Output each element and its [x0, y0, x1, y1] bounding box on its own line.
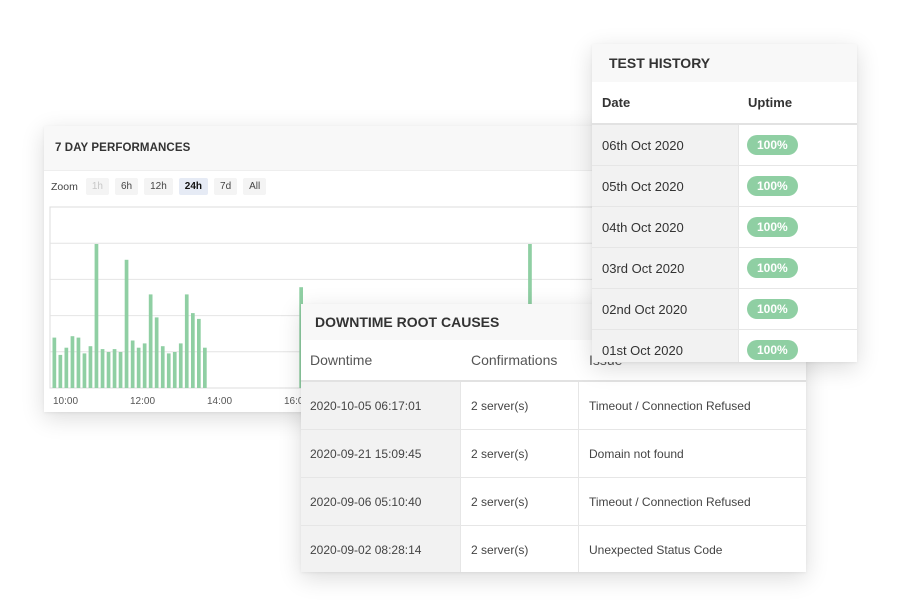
chart-bar — [136, 347, 141, 388]
downtime-column-header: Downtime — [310, 352, 373, 368]
history-date: 06th Oct 2020 — [592, 125, 739, 165]
history-row: 04th Oct 2020 100% — [592, 207, 857, 248]
uptime-badge: 100% — [747, 135, 798, 155]
history-date: 05th Oct 2020 — [592, 166, 739, 206]
confirmations-column-header: Confirmations — [471, 352, 558, 368]
chart-bar — [88, 346, 93, 388]
downtime-row: 2020-09-21 15:09:45 2 server(s) Domain n… — [301, 430, 806, 478]
chart-bar — [124, 259, 129, 388]
downtime-confirmations: 2 server(s) — [461, 478, 579, 525]
x-tick-label: 10:00 — [53, 396, 78, 407]
downtime-time: 2020-09-06 05:10:40 — [301, 478, 461, 525]
zoom-7d-button[interactable]: 7d — [214, 178, 238, 195]
chart-bar — [203, 347, 207, 388]
downtime-time: 2020-09-02 08:28:14 — [301, 526, 461, 572]
downtime-issue: Domain not found — [589, 446, 684, 461]
history-date: 04th Oct 2020 — [592, 207, 739, 247]
downtime-row: 2020-09-02 08:28:14 2 server(s) Unexpect… — [301, 526, 806, 572]
chart-bar — [172, 352, 177, 388]
chart-bar — [70, 336, 75, 388]
uptime-badge: 100% — [747, 340, 798, 360]
test-history-card: TEST HISTORY Date Uptime 06th Oct 2020 1… — [592, 44, 857, 362]
chart-bar — [64, 347, 69, 388]
x-tick-label: 12:00 — [130, 396, 155, 407]
downtime-confirmations: 2 server(s) — [461, 430, 579, 477]
chart-bar — [106, 352, 111, 388]
chart-bar — [160, 346, 165, 388]
chart-bar — [154, 317, 159, 388]
chart-bar — [58, 354, 63, 388]
chart-bar — [148, 294, 153, 388]
zoom-1h-button[interactable]: 1h — [85, 178, 109, 195]
zoom-6h-button[interactable]: 6h — [114, 178, 139, 195]
downtime-row: 2020-09-06 05:10:40 2 server(s) Timeout … — [301, 478, 806, 526]
history-date: 01st Oct 2020 — [592, 330, 739, 362]
chart-bar — [76, 337, 81, 388]
downtime-issue: Unexpected Status Code — [589, 542, 723, 557]
uptime-badge: 100% — [747, 217, 798, 237]
history-date: 03rd Oct 2020 — [592, 248, 739, 288]
history-row: 03rd Oct 2020 100% — [592, 248, 857, 289]
date-column-header: Date — [602, 95, 631, 110]
downtime-issue: Timeout / Connection Refused — [589, 494, 751, 509]
history-row: 06th Oct 2020 100% — [592, 125, 857, 166]
history-table-header: Date Uptime — [592, 82, 857, 125]
chart-bar — [184, 294, 189, 388]
downtime-confirmations: 2 server(s) — [461, 526, 579, 572]
test-history-title: TEST HISTORY — [592, 44, 857, 82]
uptime-badge: 100% — [747, 299, 798, 319]
chart-bar — [94, 244, 99, 388]
chart-bar — [178, 343, 183, 388]
performance-title: 7 DAY PERFORMANCES — [44, 126, 644, 171]
uptime-badge: 100% — [747, 176, 798, 196]
chart-bar — [100, 349, 105, 388]
zoom-label: Zoom — [51, 180, 78, 193]
uptime-badge: 100% — [747, 258, 798, 278]
downtime-issue: Timeout / Connection Refused — [589, 398, 751, 413]
downtime-time: 2020-10-05 06:17:01 — [301, 382, 461, 429]
chart-bar — [142, 343, 147, 388]
chart-bar — [112, 349, 117, 388]
chart-bar — [52, 337, 57, 388]
uptime-column-header: Uptime — [748, 95, 793, 110]
history-row: 01st Oct 2020 100% — [592, 330, 857, 362]
chart-bar — [82, 353, 87, 388]
downtime-time: 2020-09-21 15:09:45 — [301, 430, 461, 477]
downtime-row: 2020-10-05 06:17:01 2 server(s) Timeout … — [301, 382, 806, 430]
downtime-confirmations: 2 server(s) — [461, 382, 579, 429]
zoom-all-button[interactable]: All — [243, 178, 267, 195]
chart-bar — [118, 352, 123, 388]
zoom-24h-button[interactable]: 24h — [178, 178, 209, 195]
history-date: 02nd Oct 2020 — [592, 289, 739, 329]
chart-bar — [166, 353, 171, 388]
zoom-12h-button[interactable]: 12h — [144, 178, 173, 195]
chart-bar — [197, 318, 201, 388]
chart-bar — [130, 340, 135, 388]
zoom-controls: Zoom 1h 6h 12h 24h 7d All — [51, 178, 267, 195]
history-row: 02nd Oct 2020 100% — [592, 289, 857, 330]
chart-bar — [191, 313, 195, 388]
history-row: 05th Oct 2020 100% — [592, 166, 857, 207]
x-tick-label: 14:00 — [207, 396, 232, 407]
